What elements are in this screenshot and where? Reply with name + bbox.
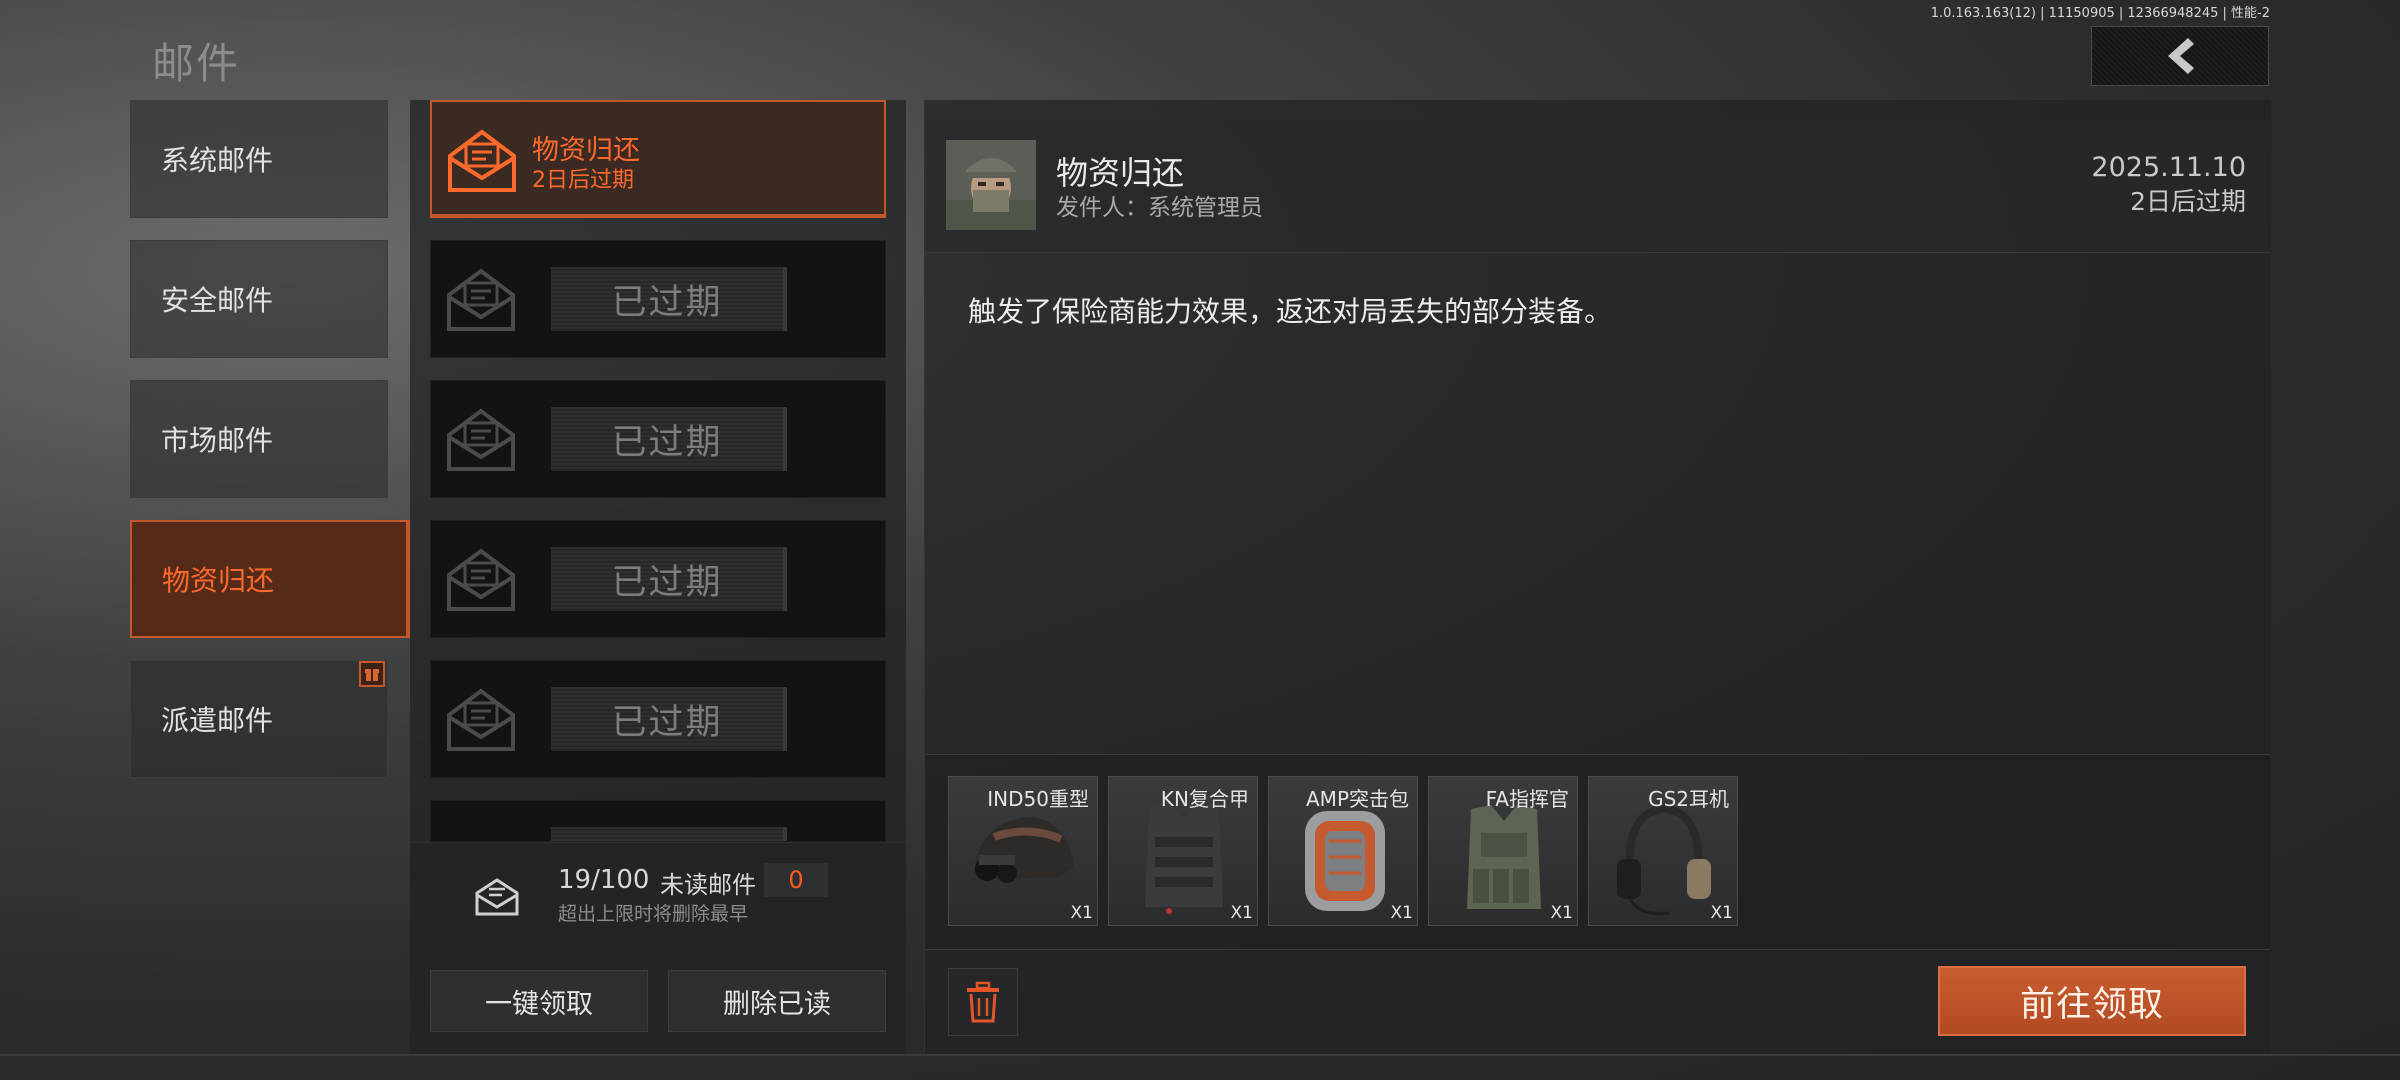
attachment-item[interactable]: GS2耳机 X1 bbox=[1588, 776, 1738, 926]
category-label: 物资归还 bbox=[162, 564, 275, 597]
mail-envelope-icon bbox=[445, 687, 517, 757]
delete-read-button[interactable]: 删除已读 bbox=[668, 970, 886, 1032]
attachment-qty: X1 bbox=[1230, 903, 1253, 923]
gift-icon bbox=[359, 661, 385, 687]
category-label: 市场邮件 bbox=[161, 424, 274, 457]
category-label: 派遣邮件 bbox=[161, 704, 274, 737]
mail-count: 19/100 bbox=[558, 865, 650, 895]
mail-item-expired[interactable]: 已过期 bbox=[430, 380, 886, 498]
expired-tag: 已过期 bbox=[551, 547, 787, 611]
mail-item-expiry: 2日后过期 bbox=[532, 168, 634, 193]
mailbox-icon bbox=[474, 877, 520, 921]
trash-icon bbox=[967, 981, 999, 1023]
sender-avatar bbox=[946, 140, 1036, 230]
attachment-qty: X1 bbox=[1710, 903, 1733, 923]
category-security-mail[interactable]: 安全邮件 bbox=[130, 240, 388, 358]
unread-label: 未读邮件 bbox=[660, 871, 756, 899]
attachment-item[interactable]: KN复合甲 X1 bbox=[1108, 776, 1258, 926]
mail-sender: 发件人：系统管理员 bbox=[1056, 195, 1263, 221]
mail-item-expired[interactable]: 已过期 bbox=[430, 660, 886, 778]
mail-item-expired[interactable]: 已过期 bbox=[430, 240, 886, 358]
mailbox-stats: 19/100 未读邮件 0 超出上限时将删除最早 bbox=[410, 842, 906, 946]
unread-count: 0 bbox=[764, 863, 828, 897]
back-button[interactable] bbox=[2091, 26, 2269, 86]
mail-body: 触发了保险商能力效果，返还对局丢失的部分装备。 bbox=[968, 295, 1613, 328]
mail-envelope-icon bbox=[445, 547, 517, 617]
expired-tag: 已过期 bbox=[551, 407, 787, 471]
go-claim-button[interactable]: 前往领取 bbox=[1938, 966, 2246, 1036]
expired-tag bbox=[551, 827, 787, 841]
mailbox-limit-hint: 超出上限时将删除最早 bbox=[558, 903, 749, 925]
mail-item-expired[interactable]: 已过期 bbox=[430, 520, 886, 638]
attachment-name: FA指挥官 bbox=[1485, 787, 1569, 811]
version-info: 1.0.163.163(12) | 11150905 | 12366948245… bbox=[1930, 6, 2270, 21]
divider bbox=[0, 1054, 2400, 1056]
attachment-name: GS2耳机 bbox=[1648, 787, 1729, 811]
category-market-mail[interactable]: 市场邮件 bbox=[130, 380, 388, 498]
attachment-item[interactable]: FA指挥官 X1 bbox=[1428, 776, 1578, 926]
attachment-qty: X1 bbox=[1390, 903, 1413, 923]
mail-item-expired-partial[interactable] bbox=[430, 800, 886, 842]
attachment-item[interactable]: AMP突击包 X1 bbox=[1268, 776, 1418, 926]
mail-item-active[interactable]: 物资归还 2日后过期 bbox=[430, 100, 886, 218]
category-label: 系统邮件 bbox=[161, 144, 274, 177]
category-system-mail[interactable]: 系统邮件 bbox=[130, 100, 388, 218]
mail-expiry: 2日后过期 bbox=[2130, 187, 2246, 216]
attachment-qty: X1 bbox=[1550, 903, 1573, 923]
page-title: 邮件 bbox=[152, 39, 241, 88]
category-dispatch-mail[interactable]: 派遣邮件 bbox=[130, 660, 388, 778]
mail-envelope-icon bbox=[446, 128, 518, 198]
mail-date: 2025.11.10 bbox=[2091, 152, 2246, 183]
attachment-item[interactable]: IND50重型 X1 bbox=[948, 776, 1098, 926]
expired-tag: 已过期 bbox=[551, 267, 787, 331]
attachment-name: AMP突击包 bbox=[1306, 787, 1409, 811]
category-supply-return[interactable]: 物资归还 bbox=[130, 520, 410, 638]
expired-tag: 已过期 bbox=[551, 687, 787, 751]
attachment-qty: X1 bbox=[1070, 903, 1093, 923]
mail-envelope-icon bbox=[445, 267, 517, 337]
category-label: 安全邮件 bbox=[161, 284, 274, 317]
mail-envelope-icon bbox=[445, 407, 517, 477]
attachment-name: IND50重型 bbox=[987, 787, 1089, 811]
claim-all-button[interactable]: 一键领取 bbox=[430, 970, 648, 1032]
delete-mail-button[interactable] bbox=[948, 968, 1018, 1036]
attachment-name: KN复合甲 bbox=[1160, 787, 1249, 811]
back-arrow-icon bbox=[2168, 38, 2194, 74]
